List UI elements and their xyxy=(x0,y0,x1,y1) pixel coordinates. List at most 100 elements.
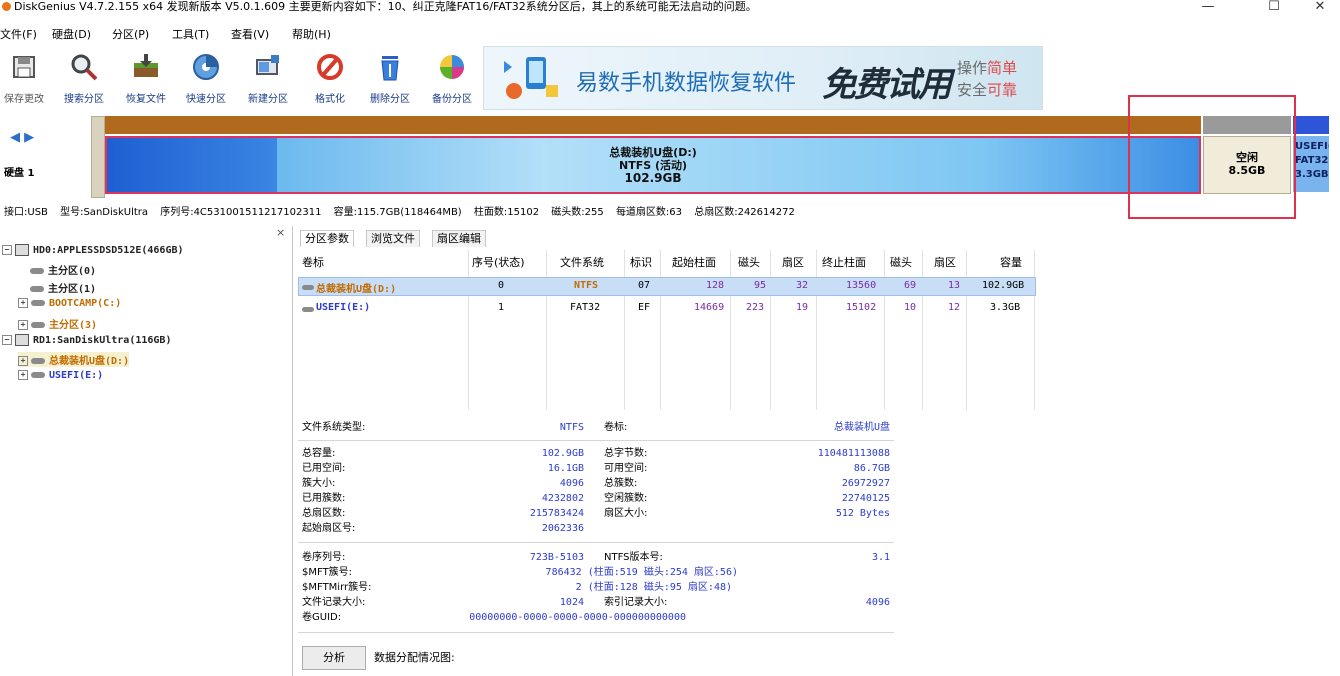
menu-bar: 文件(F) 硬盘(D) 分区(P) 工具(T) 查看(V) 帮助(H) xyxy=(0,22,1340,42)
detail-value: NTFS xyxy=(559,422,584,433)
banner-main-text: 易数手机数据恢复软件 xyxy=(576,71,797,96)
detail-label: 总字节数: xyxy=(604,448,648,459)
tree-node-label: USEFI(E:) xyxy=(49,370,104,381)
tree-node-part-d[interactable]: + 总裁装机U盘(D:) xyxy=(18,352,130,367)
tab-browse-files[interactable]: 浏览文件 xyxy=(366,230,420,247)
col-header-fs[interactable]: 文件系统 xyxy=(560,254,604,270)
ad-banner[interactable]: 易数手机数据恢复软件 免费试用 操作简单 安全可靠 xyxy=(483,46,1043,110)
table-cell: 总裁装机U盘(D:) xyxy=(316,284,397,295)
minimize-button[interactable]: — xyxy=(1188,0,1228,16)
table-cell: 95 xyxy=(754,280,767,291)
disk-cylinders: 柱面数:15102 xyxy=(473,207,540,218)
column xyxy=(966,250,1035,410)
format-icon xyxy=(317,54,343,80)
tree-node-part[interactable]: 主分区(0) xyxy=(30,262,96,277)
table-cell: EF xyxy=(638,302,651,313)
new-partition-button[interactable]: 新建分区 xyxy=(240,50,296,106)
quick-partition-button[interactable]: 快速分区 xyxy=(178,50,234,106)
detail-label: 已用簇数: xyxy=(302,493,346,504)
detail-label: 扇区大小: xyxy=(604,508,648,519)
col-header-capacity[interactable]: 容量 xyxy=(1000,254,1022,270)
menu-tools[interactable]: 工具(T) xyxy=(172,26,209,42)
detail-label: 簇大小: xyxy=(302,478,336,489)
banner-side2-hl: 可靠 xyxy=(987,81,1018,99)
partition-icon xyxy=(302,307,314,312)
close-button[interactable]: ✕ xyxy=(1300,0,1340,16)
partition-d-size: 102.9GB xyxy=(624,171,682,185)
tab-sector-edit[interactable]: 扇区编辑 xyxy=(432,230,486,247)
col-header-end-sector[interactable]: 扇区 xyxy=(934,254,956,270)
detail-label: 总容量: xyxy=(302,448,336,459)
partition-table: 卷标 序号(状态) 文件系统 标识 起始柱面 磁头 扇区 终止柱面 磁头 扇区 … xyxy=(298,250,1036,410)
disk-heads: 磁头数:255 xyxy=(551,207,604,218)
disk-nav-arrows-icon[interactable]: ◀ ▶ xyxy=(10,130,34,145)
delete-partition-button[interactable]: 删除分区 xyxy=(362,50,418,106)
partition-e-size: 3.3GB xyxy=(1295,169,1329,180)
table-cell: 19 xyxy=(796,302,809,313)
menu-partition[interactable]: 分区(P) xyxy=(112,26,149,42)
detail-value: 4096 xyxy=(865,597,890,608)
col-header-start-cyl[interactable]: 起始柱面 xyxy=(672,254,716,270)
tree-node-part-e[interactable]: + USEFI(E:) xyxy=(18,370,103,381)
col-header-id[interactable]: 标识 xyxy=(630,254,652,270)
detail-value: 16.1GB xyxy=(547,463,584,474)
detail-label: 文件系统类型: xyxy=(302,422,366,433)
menu-view[interactable]: 查看(V) xyxy=(231,26,269,42)
title-bar: DiskGenius V4.7.2.155 x64 发现新版本 V5.0.1.6… xyxy=(0,0,1340,18)
col-header-sector[interactable]: 扇区 xyxy=(782,254,804,270)
disk-interface: 接口:USB xyxy=(4,207,48,218)
partition-block-d[interactable]: 总裁装机U盘(D:) NTFS (活动) 102.9GB xyxy=(105,116,1201,196)
save-changes-button[interactable]: 保存更改 xyxy=(0,50,52,106)
analyze-button[interactable]: 分析 xyxy=(302,646,366,670)
tree-node-part-bootcamp[interactable]: + BOOTCAMP(C:) xyxy=(18,298,121,309)
disk-tree: × − HD0:APPLESSDSD512E(466GB) 主分区(0) 主分区(… xyxy=(0,226,293,676)
detail-value: 22740125 xyxy=(841,493,890,504)
col-header-end-cyl[interactable]: 终止柱面 xyxy=(822,254,866,270)
search-partition-label: 搜索分区 xyxy=(64,94,104,105)
separator xyxy=(298,542,894,543)
tree-node-label: 主分区(3) xyxy=(49,320,98,331)
tab-partition-params[interactable]: 分区参数 xyxy=(300,230,354,247)
phone-recovery-icon xyxy=(504,57,558,99)
tree-node-label: HD0:APPLESSDSD512E(466GB) xyxy=(33,245,184,256)
tree-close-icon[interactable]: × xyxy=(276,226,285,239)
maximize-button[interactable]: ☐ xyxy=(1254,0,1294,16)
detail-value: 86.7GB xyxy=(853,463,890,474)
col-header-head[interactable]: 磁头 xyxy=(738,254,760,270)
tree-node-label: BOOTCAMP(C:) xyxy=(49,298,122,309)
menu-help[interactable]: 帮助(H) xyxy=(292,26,331,42)
backup-partition-button[interactable]: 备份分区 xyxy=(424,50,480,106)
tree-node-disk-rd1[interactable]: − RD1:SanDiskUltra(116GB) xyxy=(2,334,171,346)
detail-value: 1024 xyxy=(559,597,584,608)
detail-label: $MFTMirr簇号: xyxy=(302,582,372,593)
disk-label: 硬盘 1 xyxy=(4,168,35,179)
table-cell: 1 xyxy=(498,302,505,313)
tree-node-part[interactable]: 主分区(1) xyxy=(30,280,96,295)
column xyxy=(922,250,967,410)
recover-files-button[interactable]: 恢复文件 xyxy=(118,50,174,106)
search-partition-button[interactable]: 搜索分区 xyxy=(56,50,112,106)
tree-node-disk-hd0[interactable]: − HD0:APPLESSDSD512E(466GB) xyxy=(2,244,184,256)
col-header-index[interactable]: 序号(状态) xyxy=(472,254,525,270)
col-header-label[interactable]: 卷标 xyxy=(302,254,324,270)
backup-partition-icon xyxy=(440,55,464,79)
table-row[interactable] xyxy=(298,277,1036,296)
table-cell: 3.3GB xyxy=(990,302,1021,313)
format-button[interactable]: 格式化 xyxy=(302,50,358,106)
table-cell: 07 xyxy=(638,280,651,291)
tree-node-label: 主分区(0) xyxy=(48,266,97,277)
tab-bar: 分区参数 浏览文件 扇区编辑 xyxy=(298,228,1338,248)
quick-partition-icon xyxy=(193,54,219,80)
detail-value: 102.9GB xyxy=(541,448,584,459)
menu-file[interactable]: 文件(F) xyxy=(0,26,37,42)
tree-node-part[interactable]: + 主分区(3) xyxy=(18,316,97,331)
table-row[interactable] xyxy=(298,298,1036,317)
menu-disk[interactable]: 硬盘(D) xyxy=(52,26,91,42)
recover-files-icon xyxy=(134,54,158,77)
separator xyxy=(298,632,894,633)
col-header-end-head[interactable]: 磁头 xyxy=(890,254,912,270)
tree-node-label: 主分区(1) xyxy=(48,284,97,295)
detail-label: $MFT簇号: xyxy=(302,567,353,578)
disk-serial: 序列号:4C531001511217102311 xyxy=(160,207,322,218)
partition-block-e[interactable]: USEFI( FAT32 3.3GB xyxy=(1293,116,1329,196)
